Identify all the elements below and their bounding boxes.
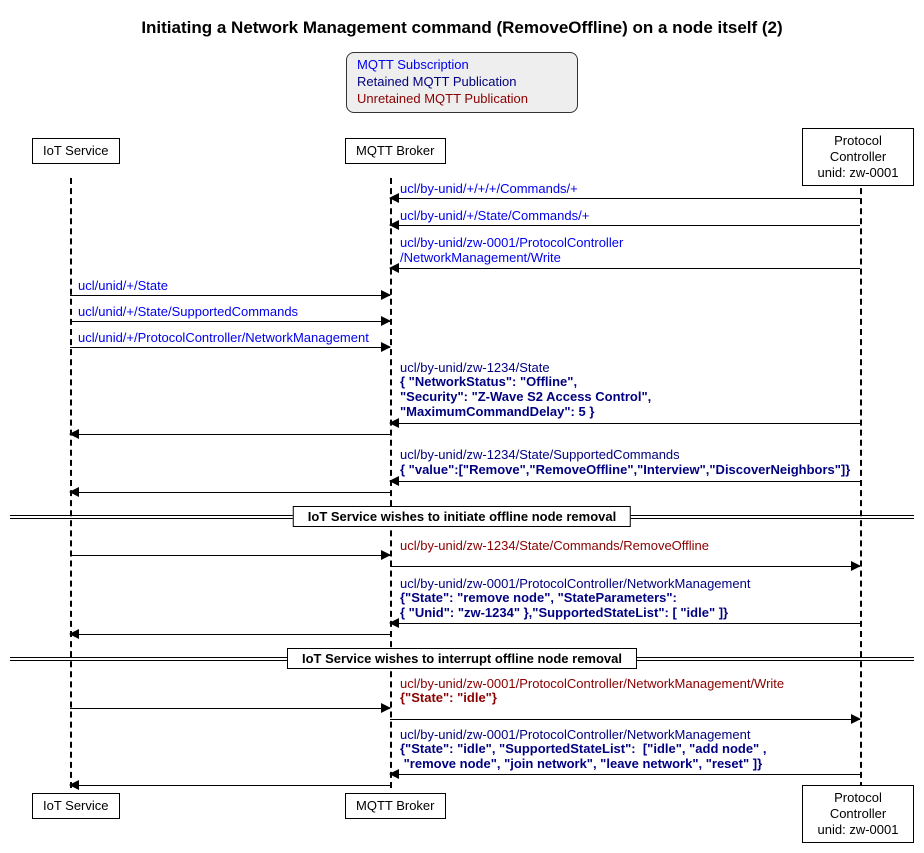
- actor-iot-bottom: IoT Service: [32, 793, 120, 819]
- msg-ret-removenode: [390, 623, 860, 624]
- sequence-diagram: IoT Service MQTT Broker Protocol Control…: [10, 123, 914, 843]
- arrow-right-icon: [851, 714, 861, 724]
- label-sub-state: ucl/unid/+/State: [78, 279, 168, 294]
- arrow-left-icon: [69, 629, 79, 639]
- arrow-left-icon: [389, 418, 399, 428]
- label-sub-nm-write-a: ucl/by-unid/zw-0001/ProtocolController: [400, 236, 623, 251]
- msg-unret-removeoffline-relay: [390, 566, 860, 567]
- legend-retained: Retained MQTT Publication: [357, 74, 567, 91]
- msg-ret-state-relay: [70, 434, 390, 435]
- label-ret-state-body: { "NetworkStatus": "Offline", "Security"…: [400, 375, 651, 420]
- msg-ret-idle-relay: [70, 785, 390, 786]
- legend-box: MQTT Subscription Retained MQTT Publicat…: [346, 52, 578, 113]
- label-ret-removenode-body: {"State": "remove node", "StateParameter…: [400, 591, 728, 621]
- msg-ret-removenode-relay: [70, 634, 390, 635]
- actor-broker-top: MQTT Broker: [345, 138, 446, 164]
- msg-ret-supported-relay: [70, 492, 390, 493]
- arrow-left-icon: [389, 476, 399, 486]
- label-sub-state-commands: ucl/by-unid/+/State/Commands/+: [400, 209, 589, 224]
- lifeline-iot: [70, 178, 72, 788]
- arrow-left-icon: [389, 220, 399, 230]
- label-sub-nm-write-b: /NetworkManagement/Write: [400, 251, 561, 266]
- divider-initiate: IoT Service wishes to initiate offline n…: [10, 515, 914, 519]
- actor-iot-top: IoT Service: [32, 138, 120, 164]
- arrow-left-icon: [389, 263, 399, 273]
- arrow-right-icon: [851, 561, 861, 571]
- label-ret-idle-body: {"State": "idle", "SupportedStateList": …: [400, 742, 766, 772]
- msg-unret-removeoffline: [70, 555, 390, 556]
- msg-unret-idle: [70, 708, 390, 709]
- legend-subscription: MQTT Subscription: [357, 57, 567, 74]
- lifeline-pc: [860, 178, 862, 788]
- actor-pc-bottom: Protocol Controller unid: zw-0001: [802, 785, 914, 844]
- arrow-right-icon: [381, 342, 391, 352]
- msg-ret-idle: [390, 774, 860, 775]
- label-sub-pc-nm: ucl/unid/+/ProtocolController/NetworkMan…: [78, 331, 369, 346]
- legend-unretained: Unretained MQTT Publication: [357, 91, 567, 108]
- arrow-right-icon: [381, 703, 391, 713]
- actor-pc-line2: unid: zw-0001: [813, 165, 903, 181]
- actor-broker-bottom: MQTT Broker: [345, 793, 446, 819]
- arrow-right-icon: [381, 550, 391, 560]
- arrow-right-icon: [381, 316, 391, 326]
- label-sub-commands: ucl/by-unid/+/+/+/Commands/+: [400, 182, 578, 197]
- arrow-left-icon: [69, 487, 79, 497]
- actor-pc-b-line2: unid: zw-0001: [813, 822, 903, 838]
- arrow-right-icon: [381, 290, 391, 300]
- label-sub-supported: ucl/unid/+/State/SupportedCommands: [78, 305, 298, 320]
- msg-sub-supported: [70, 321, 390, 322]
- actor-pc-top: Protocol Controller unid: zw-0001: [802, 128, 914, 187]
- label-ret-supported-topic: ucl/by-unid/zw-1234/State/SupportedComma…: [400, 448, 680, 463]
- msg-unret-idle-relay: [390, 719, 860, 720]
- arrow-left-icon: [389, 769, 399, 779]
- msg-sub-state-commands: [390, 225, 860, 226]
- msg-ret-supported: [390, 481, 860, 482]
- msg-sub-state: [70, 295, 390, 296]
- msg-sub-commands: [390, 198, 860, 199]
- arrow-left-icon: [389, 193, 399, 203]
- msg-ret-state: [390, 423, 860, 424]
- label-ret-supported-body: { "value":["Remove","RemoveOffline","Int…: [400, 463, 850, 478]
- arrow-left-icon: [389, 618, 399, 628]
- divider-initiate-label: IoT Service wishes to initiate offline n…: [293, 506, 631, 527]
- arrow-left-icon: [69, 429, 79, 439]
- msg-sub-pc-nm: [70, 347, 390, 348]
- actor-pc-line1: Protocol Controller: [813, 133, 903, 166]
- page-title: Initiating a Network Management command …: [10, 18, 914, 38]
- label-unret-removeoffline: ucl/by-unid/zw-1234/State/Commands/Remov…: [400, 539, 709, 554]
- label-unret-idle-body: {"State": "idle"}: [400, 691, 497, 706]
- divider-interrupt-label: IoT Service wishes to interrupt offline …: [287, 648, 637, 669]
- divider-interrupt: IoT Service wishes to interrupt offline …: [10, 657, 914, 661]
- actor-pc-b-line1: Protocol Controller: [813, 790, 903, 823]
- arrow-left-icon: [69, 780, 79, 790]
- msg-sub-nm-write: [390, 268, 860, 269]
